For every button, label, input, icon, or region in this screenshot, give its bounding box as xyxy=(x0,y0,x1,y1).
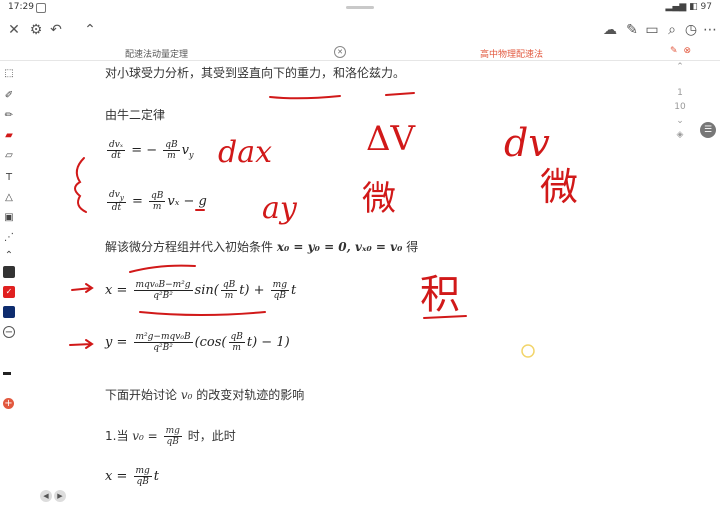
ink-delta-v: ΔV xyxy=(366,119,417,159)
ink-brace xyxy=(74,157,87,213)
chevron-left-icon[interactable]: ◀ xyxy=(40,490,52,502)
ink-underline xyxy=(385,92,415,96)
ink-ay: ay xyxy=(262,191,298,226)
ink-underline xyxy=(139,311,266,316)
ink-ji: 积 xyxy=(420,272,460,318)
ink-underline xyxy=(129,264,196,273)
chevron-right-icon[interactable]: ▶ xyxy=(54,490,66,502)
ink-dax: dax xyxy=(218,135,272,170)
handwriting-layer: dax ay dv ΔV 微 微 积 xyxy=(69,92,578,358)
ink-arrow xyxy=(69,339,94,349)
horizontal-scroller[interactable]: ◀ ▶ xyxy=(40,490,70,502)
ink-wei: 微 xyxy=(362,179,396,219)
ink-wei: 微 xyxy=(540,165,578,209)
ink-arrow xyxy=(71,283,94,293)
ink-dv: dv xyxy=(504,121,550,165)
ink-underline xyxy=(269,95,341,100)
laser-pointer xyxy=(521,344,535,358)
